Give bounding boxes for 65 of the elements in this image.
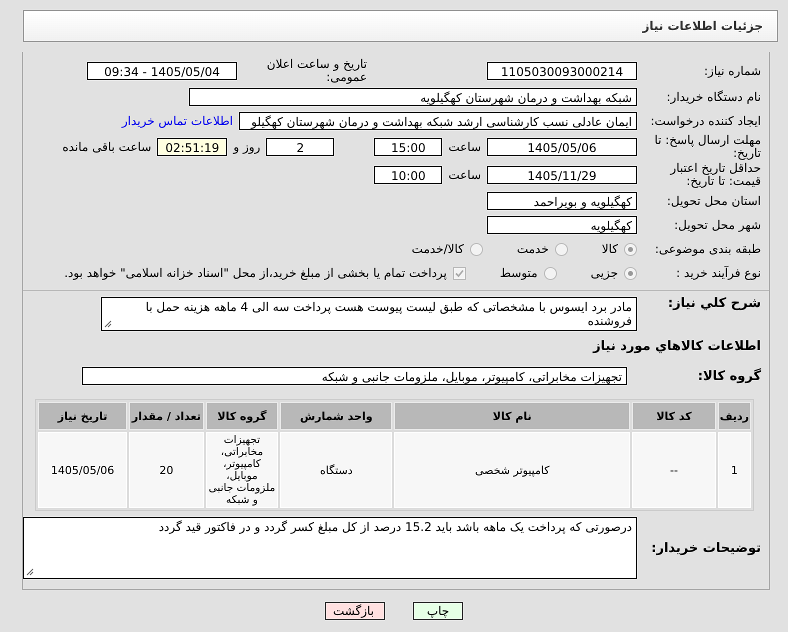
text-field[interactable]: کهگیلویه و بویراحمد [487,192,637,210]
buyer-notes-textarea[interactable]: درصورتی که پرداخت یک ماهه باشد باید 15.2 درصد از کل مبلغ کسر گردد و در فاکتور قید گردد [23,517,637,579]
field-label: نوع فرآیند خرید : [675,266,762,280]
radio-button[interactable] [544,266,557,280]
resize-grip-icon[interactable] [26,568,34,576]
description-textarea[interactable]: مادر برد ایسوس با مشخصاتی که طبق لیست پیوست هست پرداخت سه الی 4 ماهه هزینه حمل با فروشنده [101,297,637,331]
time-label: ساعت [448,140,481,154]
text-field[interactable]: 10:00 [374,166,442,184]
table-cell: 20 [129,432,204,508]
radio-label: کالا/خدمت [412,242,464,256]
radio-button[interactable] [624,242,637,256]
text-field[interactable]: 1105030093000214 [487,62,637,80]
text-field[interactable]: 1405/05/06 [487,138,637,156]
radio-button[interactable] [470,242,483,256]
field-label: نام دستگاه خریدار: [666,90,762,104]
table-cell: 1405/05/06 [38,432,128,508]
print-button[interactable]: چاپ [413,602,463,620]
field-label: شماره نیاز: [703,64,762,78]
back-button[interactable]: بازگشت [325,602,385,620]
table-cell: دستگاه [280,432,392,508]
radio-label: کالا [602,242,618,256]
radio-label: متوسط [500,266,538,280]
field-label: مهلت ارسال پاسخ: تا تاریخ: [653,134,762,160]
field-label: توضیحات خریدار: [650,542,762,554]
text-field[interactable]: تجهیزات مخابراتی، کامپیوتر، موبایل، ملزومات جانبی و شبکه [82,367,627,385]
column-header: تعداد / مقدار [129,402,204,430]
text-field[interactable]: کهگیلویه [487,216,637,234]
buyer-contact-link[interactable]: اطلاعات تماس خریدار [122,114,233,128]
field-label: استان محل تحویل: [666,194,762,208]
column-header: ردیف [718,402,751,430]
table-cell: تجهیزات مخابراتی، کامپیوتر، موبایل، ملزومات جانبی و شبکه [206,432,278,508]
checkbox[interactable] [452,266,466,280]
table-cell: کامپیوتر شخصی [394,432,630,508]
text-field[interactable]: 1405/11/29 [487,166,637,184]
text-field[interactable]: 1405/05/04 - 09:34 [87,62,237,80]
remaining-label: ساعت باقی مانده [62,140,152,154]
radio-label: جزیی [590,266,618,280]
text-field[interactable]: شبکه بهداشت و درمان شهرستان کهگیلویه [189,88,637,106]
time-label: ساعت [448,168,481,182]
radio-button[interactable] [554,242,568,256]
text-field[interactable]: ایمان عادلی نسب کارشناسی ارشد شبکه بهداشت و درمان شهرستان کهگیلو [239,112,637,130]
table-cell: -- [632,432,716,508]
column-header: کد کالا [632,402,716,430]
text-field[interactable]: 02:51:19 [157,138,228,156]
field-label: حداقل تاریخ اعتبار قیمت: تا تاریخ: [668,162,762,188]
field-label: شهر محل تحویل: [673,218,762,232]
resize-grip-icon[interactable] [104,320,112,328]
checkbox-label: پرداخت تمام یا بخشی از مبلغ خرید،از محل "اسناد خزانه اسلامی" خواهد بود. [64,266,447,280]
text-field[interactable]: 15:00 [374,138,442,156]
days-label: روز و [233,140,260,154]
section-title: اطلاعات کالاهاي مورد نياز [593,340,762,352]
page-title: جزئیات اطلاعات نیاز [642,19,763,33]
table-cell: 1 [718,432,751,508]
field-label: تاریخ و ساعت اعلان عمومی: [266,58,368,84]
radio-label: خدمت [516,242,549,256]
column-header: واحد شمارش [280,402,392,430]
column-header: گروه کالا [206,402,278,430]
text-field[interactable]: 2 [266,138,334,156]
field-label: ایجاد کننده درخواست: [649,114,762,128]
field-label: گروه کالا: [696,370,762,382]
field-label: شرح کلي نياز: [666,297,762,310]
column-header: نام کالا [394,402,630,430]
radio-button[interactable] [624,266,637,280]
column-header: تاریخ نیاز [38,402,128,430]
field-label: طبقه بندی موضوعی: [654,242,762,256]
